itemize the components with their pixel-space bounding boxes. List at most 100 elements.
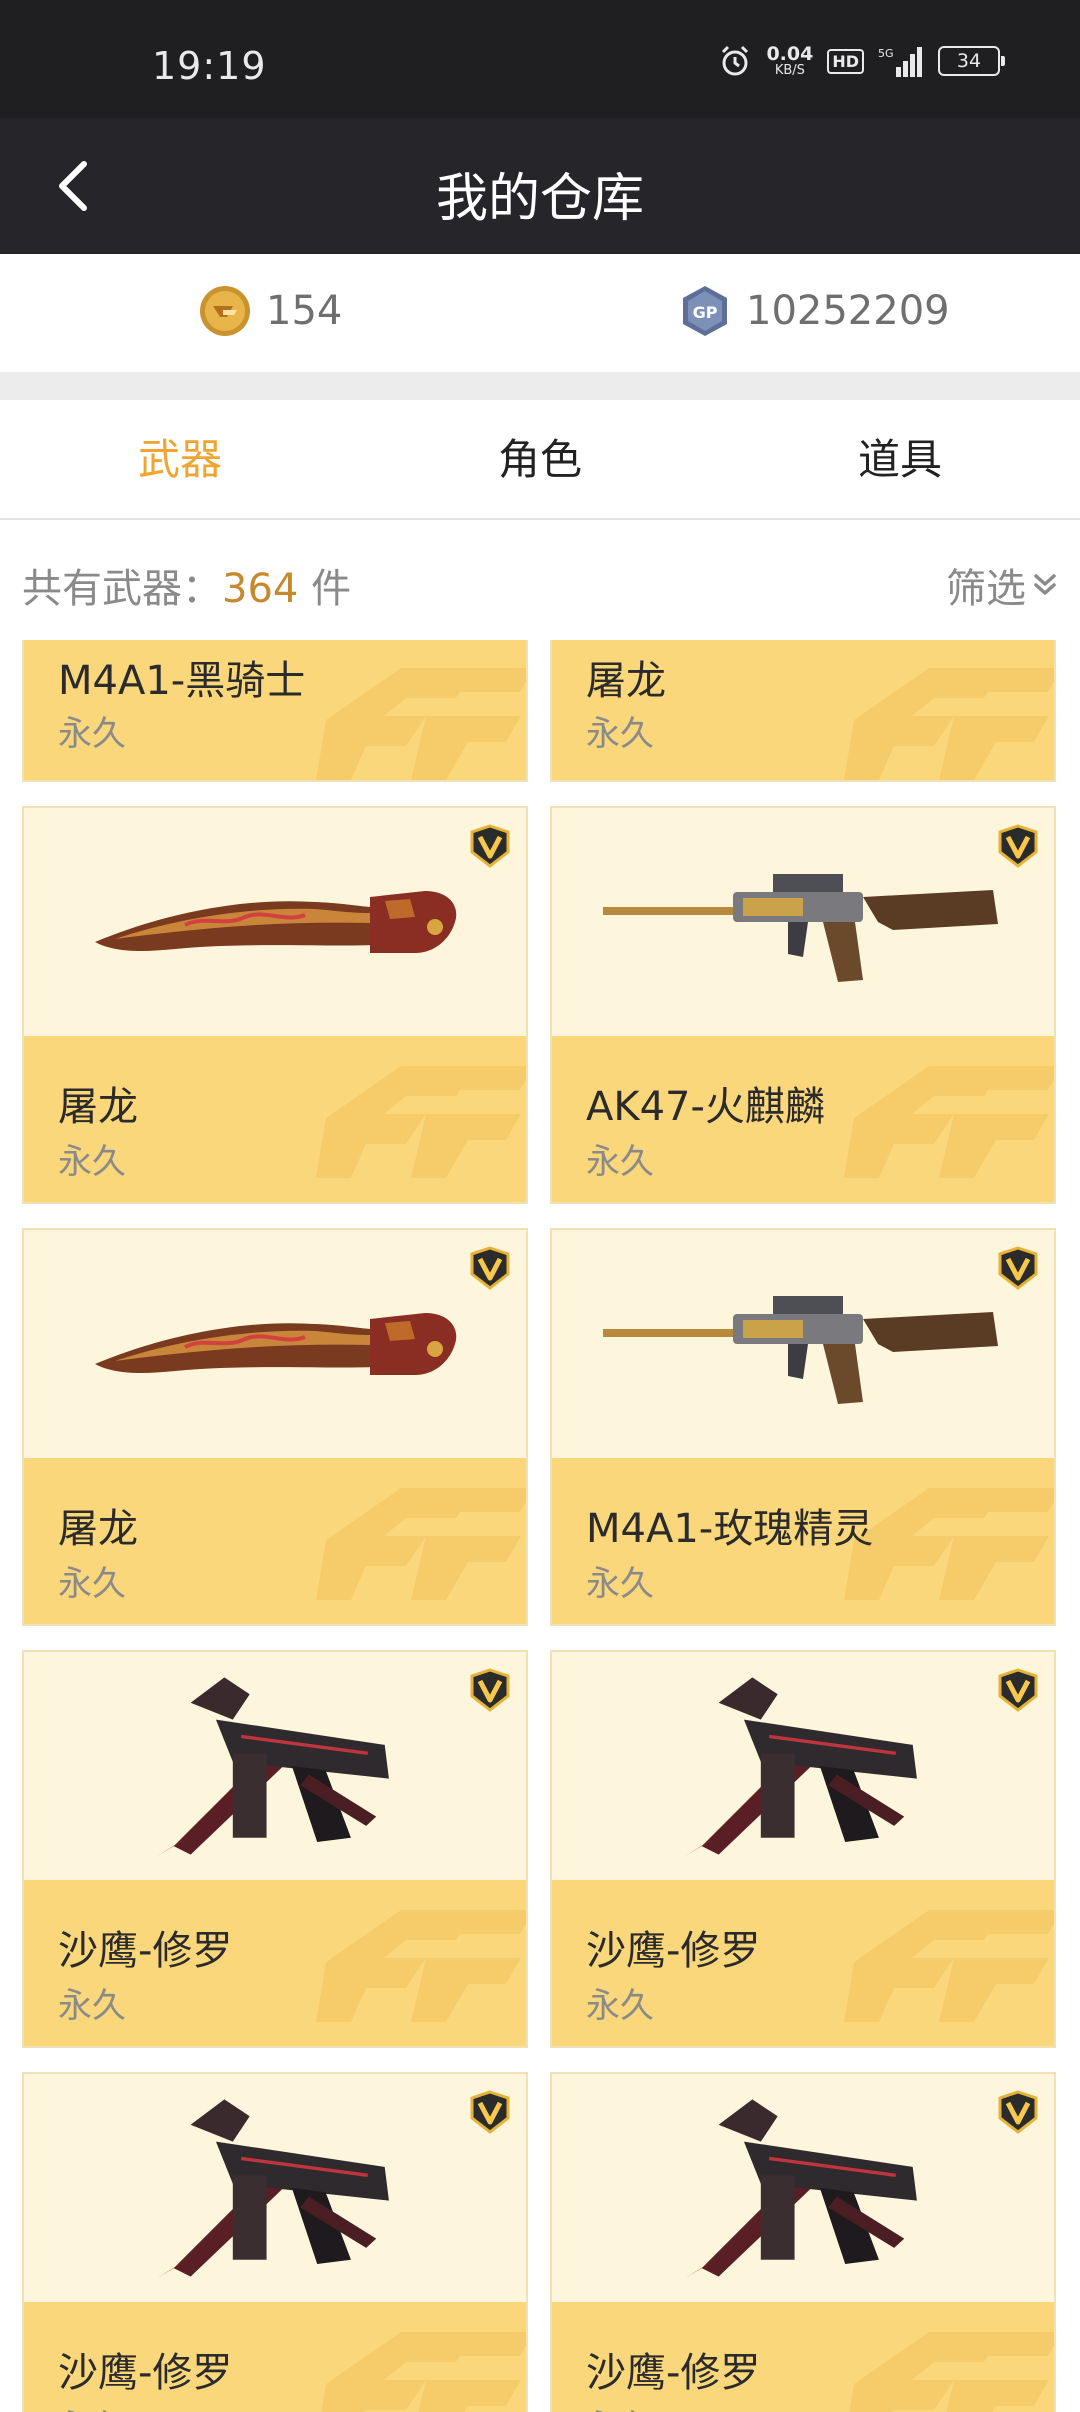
vip-badge-icon [468, 824, 512, 868]
weapon-name: 沙鹰-修罗 [58, 2350, 233, 2396]
weapon-card[interactable]: 沙鹰-修罗永久 [22, 1650, 528, 2048]
weapon-name: 屠龙 [586, 658, 666, 704]
vip-badge-icon [996, 2090, 1040, 2134]
filter-label: 筛选 [946, 566, 1026, 612]
hd-icon: HD [827, 48, 864, 74]
pistol-icon [668, 1668, 938, 1864]
vip-badge-icon [468, 2090, 512, 2134]
weapon-duration: 永久 [586, 1564, 654, 1604]
cf-watermark-icon [306, 1892, 526, 2042]
weapon-image-area [24, 2074, 526, 2302]
weapon-image-area [552, 1230, 1054, 1458]
cf-watermark-icon [306, 650, 526, 780]
weapon-label-area: 沙鹰-修罗永久 [24, 1880, 526, 2046]
tab-characters[interactable]: 角色 [360, 400, 720, 518]
weapon-card[interactable]: 屠龙 永久 [550, 640, 1056, 782]
weapon-label-area: 沙鹰-修罗永久 [24, 2302, 526, 2412]
weapon-card[interactable]: 屠龙 永久 [22, 806, 528, 1204]
cf-points-value: 154 [266, 288, 343, 334]
weapon-label-area: M4A1-玫瑰精灵永久 [552, 1458, 1054, 1624]
knife-icon [85, 867, 465, 977]
weapon-name: 屠龙 [58, 1084, 138, 1130]
section-divider [0, 372, 1080, 400]
weapon-name: M4A1-玫瑰精灵 [586, 1506, 874, 1552]
signal-type: 5G [878, 47, 894, 60]
svg-text:GP: GP [693, 303, 718, 322]
pistol-icon [140, 2090, 410, 2286]
vip-badge-icon [996, 1246, 1040, 1290]
gp-coin-icon: GP [683, 286, 727, 336]
weapon-label-area: 屠龙 永久 [24, 1036, 526, 1202]
weapon-label-area: AK47-火麒麟永久 [552, 1036, 1054, 1202]
weapon-duration: 永久 [58, 714, 126, 754]
vip-badge-icon [996, 1668, 1040, 1712]
weapon-card[interactable]: 沙鹰-修罗永久 [550, 1650, 1056, 2048]
weapon-duration: 永久 [586, 1142, 654, 1182]
tab-weapons[interactable]: 武器 [0, 400, 360, 518]
weapon-duration: 永久 [58, 1564, 126, 1604]
weapon-name: AK47-火麒麟 [586, 1084, 825, 1130]
weapon-label-area: 屠龙 永久 [552, 640, 1054, 780]
knife-icon [85, 1289, 465, 1399]
cf-watermark-icon [306, 1470, 526, 1620]
weapon-label-area: 屠龙 永久 [24, 1458, 526, 1624]
weapon-label-area: 沙鹰-修罗永久 [552, 1880, 1054, 2046]
category-tabs: 武器 角色 道具 [0, 400, 1080, 520]
tab-props[interactable]: 道具 [720, 400, 1080, 518]
weapon-label-area: 沙鹰-修罗永久 [552, 2302, 1054, 2412]
vip-badge-icon [468, 1246, 512, 1290]
status-icons: 0.04 KB/S HD 5G 34 [718, 43, 1005, 78]
weapon-count: 共有武器：364 件 [22, 566, 352, 612]
weapon-card[interactable]: 沙鹰-修罗永久 [22, 2072, 528, 2412]
weapon-name: 屠龙 [58, 1506, 138, 1552]
vip-badge-icon [468, 1668, 512, 1712]
weapon-name: 沙鹰-修罗 [586, 1928, 761, 1974]
weapon-count-value: 364 [222, 566, 299, 612]
weapon-duration: 永久 [586, 1986, 654, 2026]
gp-balance: GP 10252209 [678, 284, 950, 338]
warehouse-screen: 19:19 0.04 KB/S HD 5G 34 我的仓库 154 GP 102… [0, 0, 1080, 2412]
weapon-image-area [24, 1230, 526, 1458]
status-bar: 19:19 0.04 KB/S HD 5G 34 [0, 0, 1080, 118]
weapon-card[interactable]: M4A1-玫瑰精灵永久 [550, 1228, 1056, 1626]
currency-bar: 154 GP 10252209 [0, 254, 1080, 372]
weapon-label-area: M4A1-黑骑士永久 [24, 640, 526, 780]
weapon-card[interactable]: M4A1-黑骑士永久 [22, 640, 528, 782]
signal-icon: 5G [878, 47, 922, 77]
vip-badge-icon [996, 824, 1040, 868]
double-chevron-down-icon [1034, 574, 1056, 595]
cf-watermark-icon [834, 1048, 1054, 1198]
weapon-card[interactable]: 沙鹰-修罗永久 [550, 2072, 1056, 2412]
pistol-icon [140, 1668, 410, 1864]
cf-watermark-icon [306, 1048, 526, 1198]
weapon-card[interactable]: AK47-火麒麟永久 [550, 806, 1056, 1204]
network-speed: 0.04 KB/S [766, 43, 814, 78]
battery-icon: 34 [938, 46, 1005, 76]
weapon-duration: 永久 [58, 1142, 126, 1182]
weapon-name: 沙鹰-修罗 [58, 1928, 233, 1974]
cf-watermark-icon [834, 2314, 1054, 2412]
weapon-name: M4A1-黑骑士 [58, 658, 306, 704]
weapon-image-area [552, 2074, 1054, 2302]
cf-points-balance: 154 [198, 284, 342, 338]
page-title: 我的仓库 [435, 169, 644, 229]
app-header: 我的仓库 [0, 118, 1080, 254]
weapon-duration: 永久 [58, 2400, 126, 2412]
weapon-card[interactable]: 屠龙 永久 [22, 1228, 528, 1626]
cf-coin-icon [200, 286, 250, 336]
alarm-icon [722, 45, 749, 76]
weapon-image-area [552, 808, 1054, 1036]
weapon-name: 沙鹰-修罗 [586, 2350, 761, 2396]
weapon-image-area [24, 1652, 526, 1880]
weapon-duration: 永久 [58, 1986, 126, 2026]
cf-watermark-icon [306, 2314, 526, 2412]
weapon-image-area [24, 808, 526, 1036]
filter-button[interactable]: 筛选 [946, 556, 1060, 614]
rifle-icon [593, 852, 1013, 992]
weapon-duration: 永久 [586, 2400, 654, 2412]
cf-watermark-icon [834, 650, 1054, 780]
pistol-icon [668, 2090, 938, 2286]
rifle-icon [593, 1274, 1013, 1414]
gp-value: 10252209 [746, 288, 950, 334]
cf-watermark-icon [834, 1892, 1054, 2042]
